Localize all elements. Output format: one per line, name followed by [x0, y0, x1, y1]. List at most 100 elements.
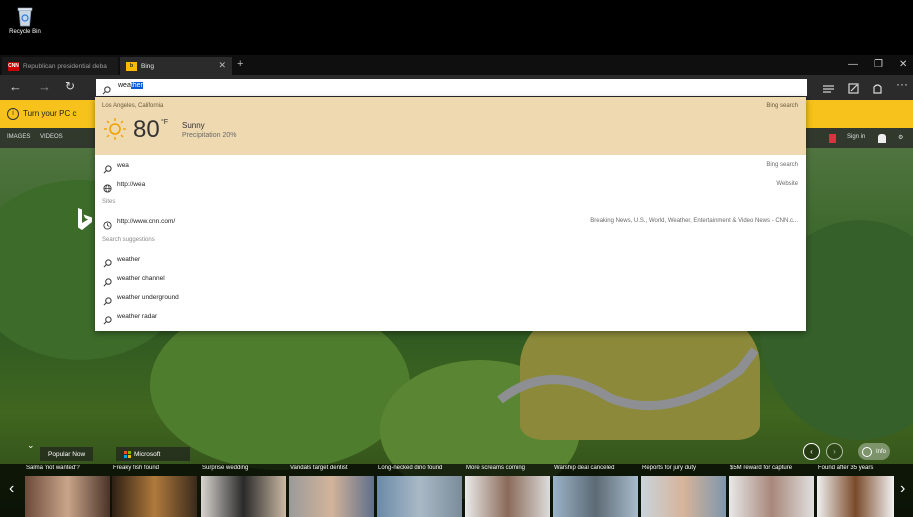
- suggestion-row[interactable]: wea Bing search: [95, 156, 806, 175]
- suggestion-source: Bing search: [766, 162, 798, 168]
- more-options-icon[interactable]: ···: [896, 77, 908, 91]
- suggestion-row[interactable]: http://wea Website: [95, 175, 806, 194]
- news-item[interactable]: Freaky fish found: [111, 464, 197, 517]
- rewards-icon[interactable]: [829, 134, 836, 143]
- weather-unit: °F: [161, 119, 169, 126]
- search-suggestion-text: weather: [117, 256, 141, 263]
- news-item[interactable]: $5M reward for capture: [728, 464, 814, 517]
- tab-label: Microsoft: [134, 450, 161, 458]
- news-caption: More screams coming: [466, 465, 526, 471]
- news-caption: Long-necked dino found: [378, 465, 443, 471]
- search-suggestion-row[interactable]: weather channel: [95, 269, 806, 288]
- forward-button[interactable]: →: [38, 79, 51, 94]
- new-tab-button[interactable]: +: [237, 58, 243, 70]
- site-row[interactable]: http://www.cnn.com/ Breaking News, U.S.,…: [95, 212, 806, 231]
- nav-videos-link[interactable]: VIDEOS: [40, 134, 63, 140]
- news-caption: Warship deal canceled: [554, 465, 615, 471]
- sun-icon: [104, 118, 126, 140]
- history-icon: [103, 217, 112, 235]
- close-tab-icon[interactable]: ✕: [218, 60, 226, 71]
- news-caption: Vandals target dentist: [290, 465, 348, 471]
- previous-image-button[interactable]: ‹: [803, 443, 820, 460]
- news-thumbnail: [112, 476, 197, 517]
- back-button[interactable]: ←: [9, 79, 22, 94]
- news-thumbnail: [289, 476, 374, 517]
- restore-button[interactable]: ❐: [874, 59, 883, 70]
- weather-location: Los Angeles, California: [102, 103, 164, 109]
- next-image-button[interactable]: ›: [826, 443, 843, 460]
- news-item[interactable]: Reports for jury duty: [640, 464, 726, 517]
- news-caption: Found after 35 years: [818, 465, 874, 471]
- address-bar[interactable]: weather: [96, 79, 807, 96]
- typed-text: wea: [118, 82, 131, 89]
- minimize-button[interactable]: —: [848, 59, 858, 70]
- cnn-favicon-icon: CNN: [8, 61, 19, 71]
- news-caption: Salma 'not wanted'?: [26, 465, 80, 471]
- tab-title: Bing: [141, 62, 155, 70]
- bing-favicon-icon: b: [126, 61, 137, 71]
- user-icon[interactable]: [878, 134, 886, 143]
- news-thumbnail: [817, 476, 894, 517]
- news-item[interactable]: Surprise wedding: [200, 464, 286, 517]
- weather-card[interactable]: Los Angeles, California Bing search 80 °…: [95, 97, 806, 155]
- desktop: Recycle Bin: [0, 0, 913, 55]
- address-suggestions-dropdown: Los Angeles, California Bing search 80 °…: [95, 97, 806, 331]
- tab-popular-now[interactable]: Popular Now: [40, 447, 94, 461]
- info-label: Info: [876, 448, 887, 455]
- recycle-bin[interactable]: Recycle Bin: [5, 5, 45, 35]
- recycle-bin-label: Recycle Bin: [9, 29, 41, 35]
- news-caption: Reports for jury duty: [642, 465, 697, 471]
- scroll-right-arrow-icon[interactable]: ›: [900, 480, 905, 498]
- search-suggestion-row[interactable]: weather radar: [95, 307, 806, 326]
- search-suggestion-text: weather channel: [117, 275, 165, 282]
- news-caption: $5M reward for capture: [730, 465, 793, 471]
- news-thumbnail: [641, 476, 726, 517]
- tab-cnn[interactable]: CNN Republican presidential deba: [2, 57, 118, 75]
- hub-icon[interactable]: [823, 81, 834, 99]
- news-thumbnail: [201, 476, 286, 517]
- tab-label: Popular Now: [48, 450, 86, 458]
- recycle-bin-icon: [16, 5, 34, 27]
- nav-images-link[interactable]: IMAGES: [7, 134, 30, 140]
- notification-text: Turn your PC c: [23, 109, 77, 118]
- news-item[interactable]: Long-necked dino found: [376, 464, 462, 517]
- tab-microsoft[interactable]: Microsoft: [116, 447, 190, 461]
- suggestion-text: wea: [117, 162, 129, 169]
- web-note-icon[interactable]: [848, 81, 859, 99]
- tab-strip: CNN Republican presidential deba b Bing …: [0, 55, 913, 75]
- news-item[interactable]: Found after 35 years: [816, 464, 894, 517]
- news-thumbnail: [25, 476, 110, 517]
- tab-title: Republican presidential deba: [23, 62, 107, 70]
- news-item[interactable]: Warship deal canceled: [552, 464, 638, 517]
- search-suggestion-row[interactable]: weather: [95, 250, 806, 269]
- search-suggestion-text: weather underground: [117, 294, 179, 301]
- refresh-button[interactable]: ↻: [65, 79, 75, 93]
- search-suggestion-text: weather radar: [117, 313, 158, 320]
- address-input-text: weather: [118, 82, 143, 89]
- info-circle-icon: [862, 446, 872, 457]
- sites-heading: Sites: [102, 199, 116, 205]
- background-road: [497, 347, 759, 411]
- microsoft-logo-icon: [124, 450, 131, 458]
- news-strip: Salma 'not wanted'? Freaky fish found Su…: [0, 464, 913, 517]
- scroll-left-arrow-icon[interactable]: ‹: [9, 480, 14, 498]
- bing-logo-icon: [78, 208, 92, 230]
- news-item[interactable]: Salma 'not wanted'?: [24, 464, 110, 517]
- sign-in-link[interactable]: Sign in: [847, 134, 865, 140]
- search-suggestion-row[interactable]: weather underground: [95, 288, 806, 307]
- news-item[interactable]: Vandals target dentist: [288, 464, 374, 517]
- autocomplete-selection: ther: [130, 82, 143, 89]
- search-suggestions-heading: Search suggestions: [102, 237, 155, 243]
- tab-bing[interactable]: b Bing ✕: [120, 57, 232, 75]
- gear-icon[interactable]: ⚙: [898, 134, 903, 141]
- news-thumbnail: [377, 476, 462, 517]
- news-caption: Surprise wedding: [202, 465, 249, 471]
- info-button[interactable]: Info: [858, 443, 890, 460]
- search-icon: [103, 312, 112, 330]
- weather-precipitation: Precipitation 20%: [182, 132, 237, 139]
- close-window-button[interactable]: ✕: [899, 59, 907, 70]
- share-icon[interactable]: [872, 81, 883, 99]
- news-item[interactable]: More screams coming: [464, 464, 550, 517]
- collapse-chevron-icon[interactable]: ⌄: [27, 440, 35, 451]
- weather-temperature: 80: [133, 116, 160, 143]
